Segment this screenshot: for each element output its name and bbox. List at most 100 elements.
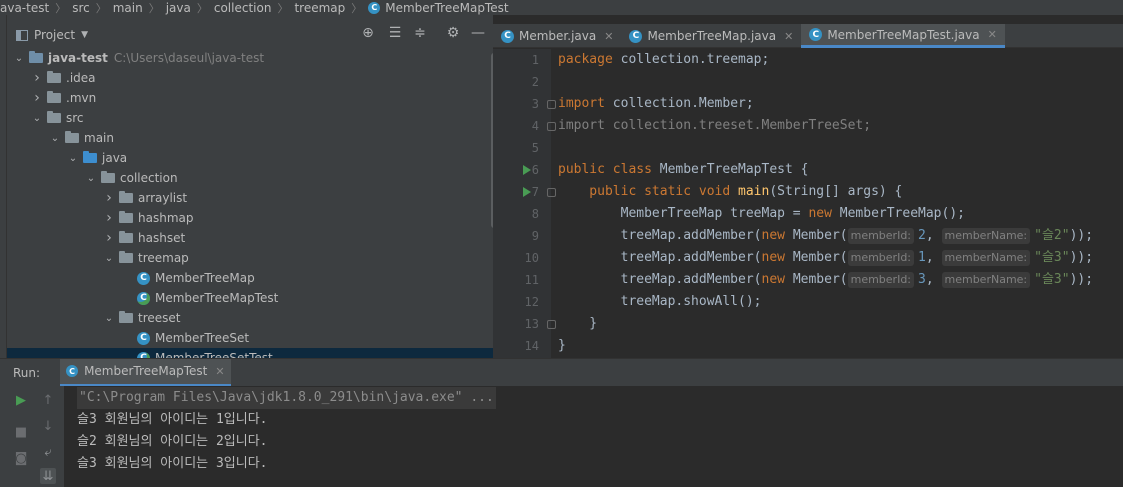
code-token: new — [761, 228, 793, 243]
editor-tab[interactable]: C MemberTreeMapTest.java ✕ — [801, 24, 1005, 48]
tree-item[interactable]: › arraylist — [7, 188, 493, 208]
run-gutter-icon[interactable] — [523, 165, 531, 175]
console-output-line: 슬3 회원님의 아이디는 1입니다. — [77, 412, 268, 427]
tree-item-label: MemberTreeSet — [155, 331, 250, 345]
run-gutter-icon[interactable] — [523, 187, 531, 197]
camera-icon[interactable]: ◙ — [13, 450, 29, 466]
code-token: main — [738, 184, 770, 199]
expand-all-icon[interactable]: ☰ — [387, 25, 403, 41]
chevron-right-icon[interactable]: › — [31, 90, 43, 106]
rerun-icon[interactable]: ▶ — [13, 392, 29, 408]
breadcrumb-label: main — [112, 0, 143, 15]
console-output[interactable]: "C:\Program Files\Java\jdk1.8.0_291\bin\… — [64, 386, 1123, 487]
tree-item[interactable]: ⌄ java-test C:\Users\daseul\java-test — [7, 48, 493, 68]
breadcrumb-item[interactable]: ava-test — [0, 1, 49, 15]
fold-icon[interactable] — [547, 122, 556, 131]
chevron-right-icon[interactable]: › — [103, 190, 115, 206]
arrow-down-icon[interactable]: ↓ — [40, 418, 56, 434]
chevron-down-icon[interactable]: ⌄ — [13, 53, 25, 64]
gear-icon[interactable]: ⚙ — [445, 25, 461, 41]
arrow-up-icon[interactable]: ↑ — [40, 392, 56, 408]
scroll-to-end-icon[interactable]: ⇊ — [40, 468, 56, 484]
locate-icon[interactable]: ⊕ — [360, 25, 376, 41]
source-folder-icon — [83, 151, 97, 163]
tree-item[interactable]: C MemberTreeSet — [7, 328, 493, 348]
close-icon[interactable]: ✕ — [784, 30, 793, 43]
breadcrumb-item[interactable]: C MemberTreeMapTest — [368, 0, 509, 15]
tree-item[interactable]: ⌄ java — [7, 148, 493, 168]
code-line: treeMap.addMember(new Member(memberId: 1,… — [558, 247, 1093, 269]
collapse-all-icon[interactable]: ≑ — [412, 25, 428, 41]
code-line: import collection.Member; — [558, 93, 754, 115]
tree-item[interactable]: › .idea — [7, 68, 493, 88]
soft-wrap-icon[interactable]: ⤶ — [40, 444, 56, 460]
tree-item[interactable]: › hashmap — [7, 208, 493, 228]
run-tab[interactable]: C MemberTreeMapTest ✕ — [60, 358, 231, 387]
tree-item[interactable]: › .mvn — [7, 88, 493, 108]
breadcrumb-item[interactable]: treemap — [294, 1, 345, 15]
editor-tab[interactable]: C Member.java ✕ — [493, 24, 621, 48]
line-number: 4 — [531, 119, 539, 133]
tree-item[interactable]: ⌄ treeset — [7, 308, 493, 328]
chevron-down-icon[interactable]: ⌄ — [31, 113, 43, 124]
hide-panel-icon[interactable]: — — [470, 25, 486, 41]
tree-item[interactable]: ⌄ main — [7, 128, 493, 148]
code-token: treeMap.addMember( — [558, 250, 762, 265]
code-line: } — [558, 313, 597, 335]
tree-item[interactable]: ⌄ collection — [7, 168, 493, 188]
parameter-hint: memberName: — [941, 272, 1031, 288]
code-line: treeMap.addMember(new Member(memberId: 2,… — [558, 225, 1093, 247]
close-icon[interactable]: ✕ — [215, 365, 224, 378]
console-command-line: "C:\Program Files\Java\jdk1.8.0_291\bin\… — [77, 387, 496, 409]
class-icon: C — [137, 331, 150, 345]
close-icon[interactable]: ✕ — [604, 30, 613, 43]
chevron-right-icon[interactable]: › — [31, 70, 43, 86]
fold-icon[interactable] — [547, 320, 556, 329]
tree-item-label: collection — [120, 171, 178, 185]
chevron-down-icon[interactable]: ▼ — [81, 30, 88, 40]
code-token: "슬3" — [1034, 250, 1070, 265]
code-token: 2 — [918, 228, 926, 243]
breadcrumb-item[interactable]: src — [72, 1, 90, 15]
line-number: 9 — [531, 229, 539, 243]
code-token: )); — [1069, 250, 1094, 265]
editor-area: C Member.java ✕ C MemberTreeMap.java ✕ C Member… — [493, 15, 1123, 358]
fold-icon[interactable] — [547, 100, 556, 109]
stop-icon[interactable]: ■ — [13, 424, 29, 440]
breadcrumb-item[interactable]: collection — [214, 1, 272, 15]
editor-tab-label: Member.java — [519, 29, 597, 43]
breadcrumb-item[interactable]: main — [113, 1, 143, 15]
class-icon: C — [501, 29, 514, 43]
chevron-right-icon[interactable]: › — [103, 230, 115, 246]
chevron-right-icon[interactable]: › — [103, 210, 115, 226]
editor-tab[interactable]: C MemberTreeMap.java ✕ — [621, 24, 801, 48]
tree-item[interactable]: C MemberTreeMap — [7, 268, 493, 288]
tree-item[interactable]: C MemberTreeSetTest — [7, 348, 493, 358]
chevron-down-icon[interactable]: ⌄ — [49, 133, 61, 144]
chevron-down-icon[interactable]: ⌄ — [103, 253, 115, 264]
close-icon[interactable]: ✕ — [988, 28, 997, 41]
code-token: )); — [1069, 228, 1094, 243]
parameter-hint: memberName: — [941, 228, 1031, 244]
tree-item[interactable]: ⌄ treemap — [7, 248, 493, 268]
chevron-down-icon[interactable]: ⌄ — [67, 153, 79, 164]
tree-item[interactable]: › hashset — [7, 228, 493, 248]
code-line: import collection.treeset.MemberTreeSet; — [558, 115, 871, 137]
chevron-down-icon[interactable]: ⌄ — [85, 173, 97, 184]
chevron-down-icon[interactable]: ⌄ — [103, 313, 115, 324]
code-token: package — [558, 52, 621, 67]
tree-item[interactable]: ⌄ src — [7, 108, 493, 128]
code-line: } — [558, 335, 566, 357]
tree-item-label: .mvn — [66, 91, 97, 105]
class-icon: C — [368, 1, 381, 14]
package-icon — [119, 191, 133, 203]
breadcrumb-separator-icon: 〉 — [196, 1, 208, 15]
folder-icon — [47, 111, 61, 123]
tree-item[interactable]: C MemberTreeMapTest — [7, 288, 493, 308]
breadcrumb-item[interactable]: java — [166, 1, 191, 15]
code-token: Member( — [792, 228, 848, 243]
project-panel-title[interactable]: Project — [34, 28, 75, 42]
fold-icon[interactable] — [547, 188, 556, 197]
breadcrumb-separator-icon: 〉 — [351, 1, 363, 15]
breadcrumb-label: MemberTreeMapTest — [385, 0, 509, 15]
